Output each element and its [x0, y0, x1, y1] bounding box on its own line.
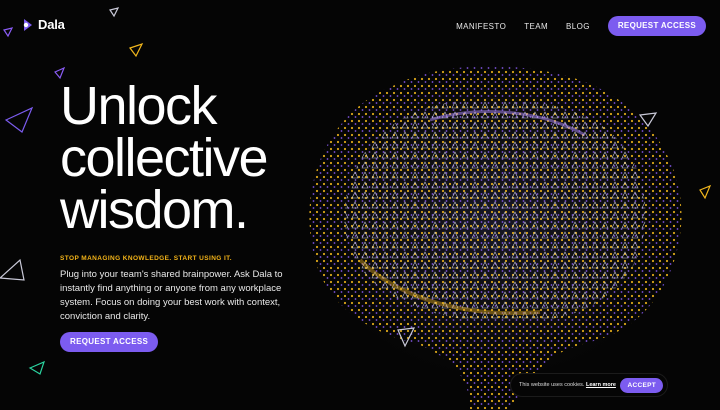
nav-item-team[interactable]: TEAM: [524, 22, 548, 31]
brain-illustration: [305, 55, 685, 410]
brand-logo[interactable]: Dala: [22, 17, 65, 32]
hero-request-access-button[interactable]: REQUEST ACCESS: [60, 332, 159, 352]
nav-item-manifesto[interactable]: MANIFESTO: [456, 22, 506, 31]
dala-logo-icon: [23, 18, 32, 31]
cookie-message: This website uses cookies. Learn more: [519, 382, 616, 388]
brand-name: Dala: [38, 17, 65, 32]
hero-title: Unlock collective wisdom.: [60, 76, 269, 240]
nav-request-access-button[interactable]: REQUEST ACCESS: [607, 16, 706, 36]
hero-title-line-3: wisdom.: [60, 180, 249, 240]
hero-description: Plug into your team's shared brainpower.…: [60, 269, 283, 322]
hero-title-line-2: collective: [60, 128, 269, 188]
nav-item-blog[interactable]: BLOG: [566, 22, 590, 31]
cookie-banner: This website uses cookies. Learn more AC…: [511, 374, 667, 396]
cookie-text: This website uses cookies.: [519, 382, 585, 388]
hero-title-line-1: Unlock: [60, 76, 218, 136]
cookie-learn-more-link[interactable]: Learn more: [586, 382, 616, 388]
top-nav: MANIFESTO TEAM BLOG REQUEST ACCESS: [456, 16, 706, 36]
cookie-accept-button[interactable]: ACCEPT: [620, 377, 663, 393]
hero-kicker: STOP MANAGING KNOWLEDGE. START USING IT.: [60, 255, 233, 262]
